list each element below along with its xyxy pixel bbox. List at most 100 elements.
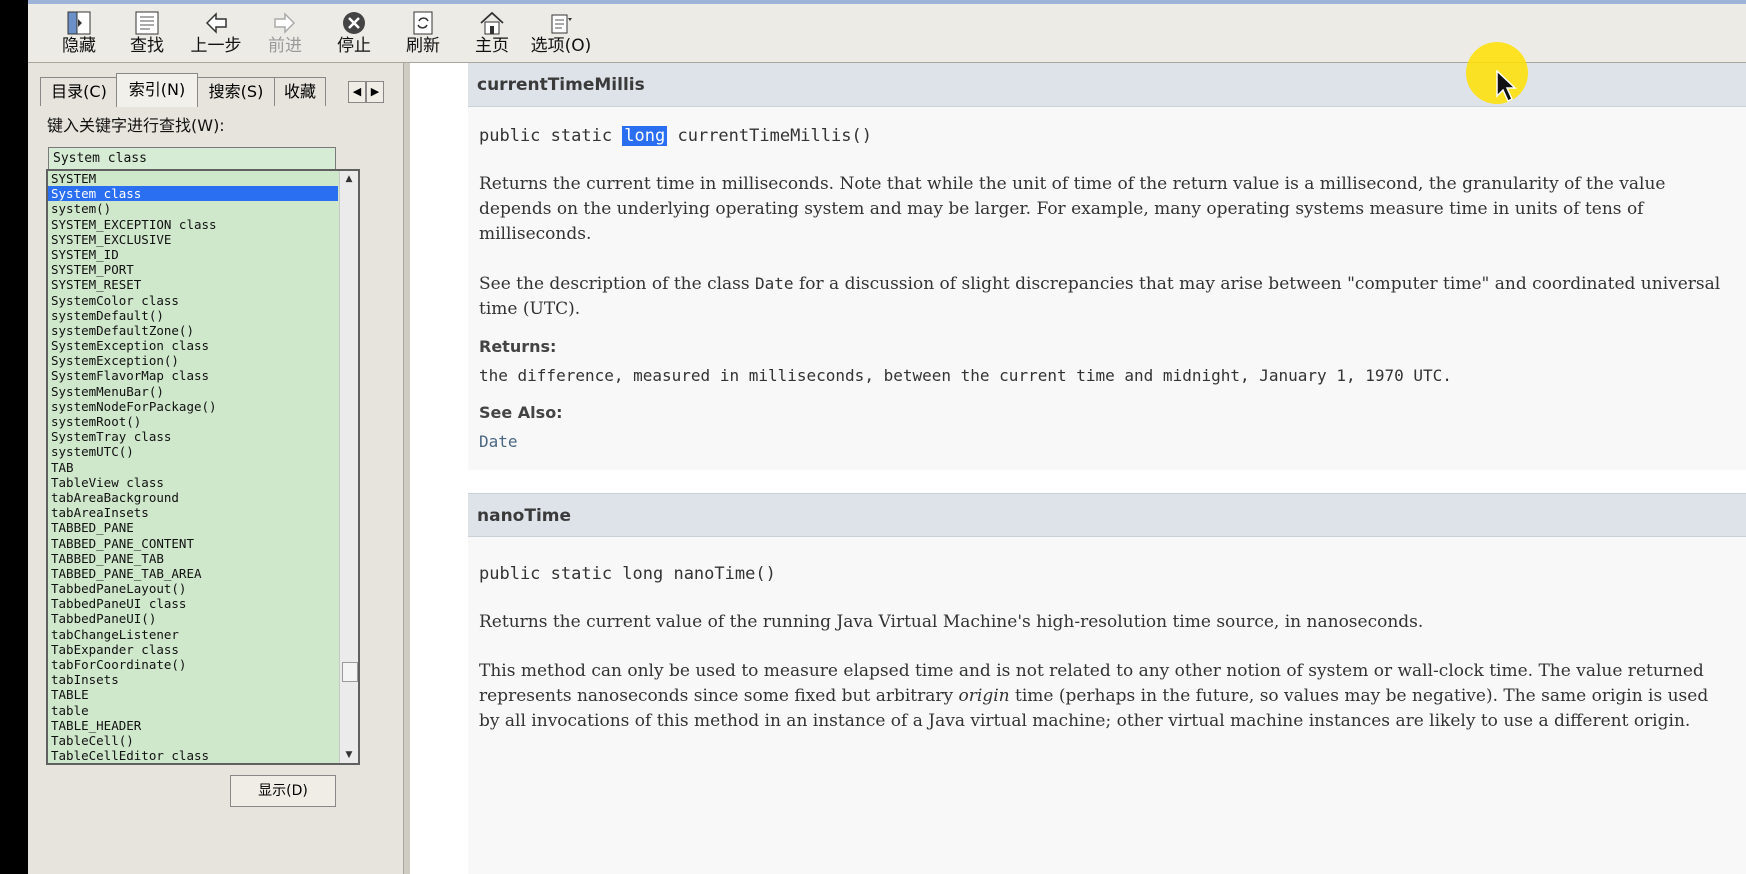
index-list-item[interactable]: system() [48, 201, 338, 216]
index-list-item[interactable]: TabExpander class [48, 642, 338, 657]
signature-suffix: currentTimeMillis() [667, 126, 872, 146]
tab-scroll-right-icon[interactable]: ▶ [366, 81, 384, 103]
index-list-item[interactable]: table [48, 703, 338, 718]
index-list-item[interactable]: tabChangeListener [48, 627, 338, 642]
index-list-item[interactable]: SystemException() [48, 353, 338, 368]
display-button[interactable]: 显示(D) [230, 775, 336, 807]
hide-icon [67, 11, 91, 35]
stop-button[interactable]: 停止 [321, 10, 387, 60]
index-list-item[interactable]: SYSTEM [48, 171, 338, 186]
forward-label: 前进 [268, 36, 302, 56]
index-list-item[interactable]: TABLE [48, 687, 338, 702]
scroll-thumb[interactable] [342, 662, 358, 682]
index-list-item[interactable]: TabbedPaneUI class [48, 596, 338, 611]
index-list-item[interactable]: tabForCoordinate() [48, 657, 338, 672]
refresh-button[interactable]: 刷新 [390, 10, 456, 60]
index-list-item[interactable]: TabbedPaneUI() [48, 611, 338, 626]
index-list-item[interactable]: systemDefault() [48, 308, 338, 323]
index-list-item[interactable]: SYSTEM_EXCEPTION class [48, 217, 338, 232]
index-list-item[interactable]: systemRoot() [48, 414, 338, 429]
index-list-item[interactable]: TABBED_PANE [48, 520, 338, 535]
index-list-item[interactable]: TabbedPaneLayout() [48, 581, 338, 596]
tab-search[interactable]: 搜索(S) [196, 77, 276, 106]
tab-scroll-left-icon[interactable]: ◀ [348, 81, 366, 103]
scroll-down-icon[interactable]: ▼ [340, 747, 358, 763]
index-list-item[interactable]: SystemException class [48, 338, 338, 353]
hide-label: 隐藏 [62, 36, 96, 56]
index-list-item[interactable]: TAB [48, 460, 338, 475]
forward-button[interactable]: 前进 [252, 10, 318, 60]
index-list-item[interactable]: SYSTEM_EXCLUSIVE [48, 232, 338, 247]
tab-favorites[interactable]: 收藏 [274, 77, 326, 106]
nanotime-desc2-em: origin [958, 686, 1010, 706]
forward-arrow-icon [274, 12, 296, 34]
method-description: Returns the current time in milliseconds… [479, 174, 1666, 244]
index-list-item[interactable]: SystemTray class [48, 429, 338, 444]
method-header-currenttimemillis: currentTimeMillis [468, 63, 1746, 107]
index-list-item[interactable]: SystemColor class [48, 293, 338, 308]
refresh-label: 刷新 [406, 36, 440, 56]
index-list-item[interactable]: TABBED_PANE_TAB [48, 551, 338, 566]
index-list-item[interactable]: TABBED_PANE_CONTENT [48, 536, 338, 551]
find-icon [135, 11, 159, 35]
help-viewer-window: 隐藏 查找 上一步 前进 停止 刷新 主页 选项(O) 目录(C) 索引(N) … [28, 0, 1746, 874]
index-list-item[interactable]: TableCellEditor class [48, 748, 338, 763]
find-button[interactable]: 查找 [114, 10, 180, 60]
options-label: 选项(O) [530, 36, 592, 56]
method-signature: public static long currentTimeMillis() [479, 126, 872, 146]
method-header-nanotime: nanoTime [468, 493, 1746, 537]
keyword-input[interactable]: System class [48, 147, 336, 171]
see-also-label: See Also: [479, 403, 563, 422]
returns-label: Returns: [479, 337, 557, 356]
index-list-item[interactable]: SystemFlavorMap class [48, 368, 338, 383]
signature-prefix: public static [479, 126, 623, 146]
content-pane: currentTimeMillis public static long cur… [410, 63, 1746, 874]
index-list-item[interactable]: SystemMenuBar() [48, 384, 338, 399]
index-list-scrollbar[interactable]: ▲ ▼ [339, 171, 358, 763]
index-list-item[interactable]: System class [48, 186, 338, 202]
index-list-item[interactable]: TableCell() [48, 733, 338, 748]
hide-button[interactable]: 隐藏 [46, 10, 112, 60]
returns-value: the difference, measured in milliseconds… [479, 366, 1452, 385]
index-list-item[interactable]: TableView class [48, 475, 338, 490]
index-list-item[interactable]: SYSTEM_RESET [48, 277, 338, 292]
pane-splitter[interactable] [403, 63, 410, 874]
home-label: 主页 [475, 36, 509, 56]
index-list-item[interactable]: tabInsets [48, 672, 338, 687]
keyword-label: 键入关键字进行查找(W): [47, 116, 225, 135]
home-button[interactable]: 主页 [459, 10, 525, 60]
tab-contents[interactable]: 目录(C) [40, 77, 118, 106]
index-list-item[interactable]: TABLE_HEADER [48, 718, 338, 733]
tab-scroll-arrows: ◀ ▶ [348, 80, 384, 103]
method-see-description: See the description of the class Date fo… [479, 271, 1729, 322]
index-list-item[interactable]: systemDefaultZone() [48, 323, 338, 338]
nanotime-description-2: This method can only be used to measure … [479, 659, 1729, 734]
home-icon [480, 11, 504, 35]
index-list-item[interactable]: systemNodeForPackage() [48, 399, 338, 414]
see-desc-text-a: See the description of the class [479, 274, 756, 294]
index-list-item[interactable]: SYSTEM_ID [48, 247, 338, 262]
nanotime-signature: public static long nanoTime() [479, 564, 776, 584]
index-list-item[interactable]: systemUTC() [48, 444, 338, 459]
find-label: 查找 [130, 36, 164, 56]
options-button[interactable]: 选项(O) [528, 10, 594, 60]
back-arrow-icon [205, 12, 227, 34]
selected-text-long: long [622, 126, 668, 146]
index-list-item[interactable]: tabAreaInsets [48, 505, 338, 520]
index-list-item[interactable]: TABBED_PANE_TAB_AREA [48, 566, 338, 581]
refresh-icon [413, 11, 433, 35]
nanotime-description: Returns the current value of the running… [479, 612, 1424, 632]
mouse-pointer-icon [1496, 70, 1517, 103]
index-list-item[interactable]: SYSTEM_PORT [48, 262, 338, 277]
tab-index[interactable]: 索引(N) [116, 73, 198, 107]
see-also-date-link[interactable]: Date [479, 432, 518, 451]
see-desc-code: Date [755, 274, 794, 293]
index-list[interactable]: SYSTEM System class system() SYSTEM_EXCEPTI… [46, 169, 360, 765]
stop-label: 停止 [337, 36, 371, 56]
scroll-up-icon[interactable]: ▲ [340, 171, 358, 187]
index-list-item[interactable]: tabAreaBackground [48, 490, 338, 505]
back-button[interactable]: 上一步 [183, 10, 249, 60]
navigation-pane: 目录(C) 索引(N) 搜索(S) 收藏 ◀ ▶ 键入关键字进行查找(W): Sy… [28, 63, 403, 874]
index-list-items: SYSTEM System class system() SYSTEM_EXCEPTI… [48, 171, 338, 763]
back-label: 上一步 [190, 36, 242, 56]
